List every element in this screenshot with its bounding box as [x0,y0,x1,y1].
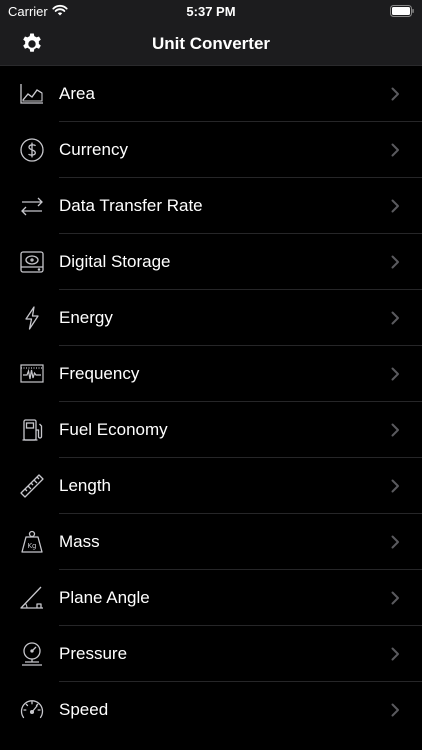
svg-text:Kg: Kg [27,542,36,550]
chevron-right-icon [391,591,399,605]
list-item-data-transfer-rate[interactable]: Data Transfer Rate [0,178,422,234]
category-list: Area Currency Data Transfer Rate Digital… [0,66,422,738]
list-item-label: Energy [59,308,113,327]
status-time: 5:37 PM [186,4,236,19]
ruler-icon [20,474,44,498]
angle-icon [20,586,43,609]
list-item-digital-storage[interactable]: Digital Storage [0,234,422,290]
list-item-label: Digital Storage [59,252,171,271]
area-chart-icon [20,84,43,104]
pressure-gauge-icon [22,642,42,666]
hard-drive-icon [20,251,44,273]
list-item-energy[interactable]: Energy [0,290,422,346]
list-item-label: Data Transfer Rate [59,196,203,215]
chevron-right-icon [391,87,399,101]
list-item-fuel-economy[interactable]: Fuel Economy [0,402,422,458]
navigation-bar: Unit Converter [0,22,422,66]
chevron-right-icon [391,423,399,437]
chevron-right-icon [391,703,399,717]
list-item-label: Plane Angle [59,588,150,607]
list-item-label: Frequency [59,364,140,383]
battery-icon [390,5,414,17]
chevron-right-icon [391,143,399,157]
list-item-pressure[interactable]: Pressure [0,626,422,682]
list-item-label: Length [59,476,111,495]
list-item-length[interactable]: Length [0,458,422,514]
chevron-right-icon [391,311,399,325]
list-item-mass[interactable]: Kg Mass [0,514,422,570]
list-item-frequency[interactable]: Frequency [0,346,422,402]
dollar-circle-icon [20,138,44,162]
transfer-arrows-icon [21,197,43,216]
chevron-right-icon [391,255,399,269]
waveform-icon [20,364,44,383]
chevron-right-icon [391,199,399,213]
list-item-plane-angle[interactable]: Plane Angle [0,570,422,626]
list-item-currency[interactable]: Currency [0,122,422,178]
list-item-label: Fuel Economy [59,420,168,439]
kg-weight-icon: Kg [21,530,43,553]
status-bar: Carrier 5:37 PM [0,0,422,22]
lightning-icon [25,306,39,330]
list-item-label: Pressure [59,644,128,663]
list-item-label: Speed [59,700,109,719]
list-item-label: Currency [59,140,128,159]
list-item-area[interactable]: Area [0,66,422,122]
fuel-pump-icon [22,419,43,441]
page-title: Unit Converter [151,34,271,53]
chevron-right-icon [391,367,399,381]
chevron-right-icon [391,479,399,493]
chevron-right-icon [391,647,399,661]
chevron-right-icon [391,535,399,549]
list-item-label: Mass [59,532,100,551]
list-item-speed[interactable]: Speed [0,682,422,738]
list-item-label: Area [59,84,95,103]
speedometer-icon [20,700,44,719]
